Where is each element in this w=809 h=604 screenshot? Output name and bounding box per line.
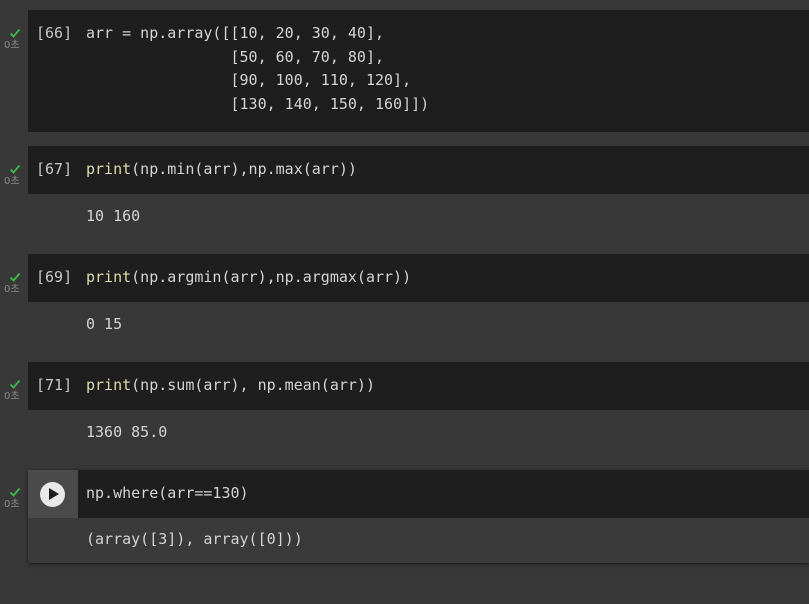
code-args: (np.sum(arr), np.mean(arr)) (131, 376, 375, 394)
execution-count: [66] (36, 24, 73, 42)
code-text[interactable]: np.where(arr==130) (86, 482, 249, 506)
code-line: [130, 140, 150, 160]]) (86, 94, 430, 113)
code-cell-active[interactable]: np.where(arr==130) (array([3]), array([0… (28, 470, 809, 563)
execution-time: 0초 (4, 40, 20, 51)
output-area: 0 15 (28, 302, 809, 350)
check-icon (9, 272, 21, 282)
code-function: print (86, 268, 132, 286)
execution-time: 0초 (4, 284, 20, 295)
run-cell-button[interactable] (28, 470, 78, 518)
code-cell[interactable]: [69] print(np.argmin(arr),np.argmax(arr)… (28, 254, 809, 350)
code-editor[interactable]: np.where(arr==130) (28, 470, 809, 518)
code-cell[interactable]: [67] print(np.min(arr),np.max(arr)) 10 1… (28, 146, 809, 242)
code-editor[interactable]: [67] print(np.min(arr),np.max(arr)) (28, 146, 809, 194)
play-triangle (49, 488, 59, 500)
execution-count: [71] (36, 376, 73, 394)
execution-time: 0초 (4, 499, 20, 510)
execution-count: [69] (36, 268, 73, 286)
code-cell[interactable]: [66] arr = np.array([[10, 20, 30, 40], [… (28, 10, 809, 132)
code-function: print (86, 376, 132, 394)
code-text[interactable]: print(np.argmin(arr),np.argmax(arr)) (86, 266, 411, 290)
code-editor[interactable]: [69] print(np.argmin(arr),np.argmax(arr)… (28, 254, 809, 302)
output-area: (array([3]), array([0])) (28, 518, 809, 563)
play-icon[interactable] (40, 482, 65, 507)
output-text: (array([3]), array([0])) (86, 530, 303, 548)
code-line: [50, 60, 70, 80], (86, 47, 385, 66)
check-icon (9, 379, 21, 389)
output-text: 1360 85.0 (86, 423, 168, 441)
output-area: 1360 85.0 (28, 410, 809, 458)
execution-time: 0초 (4, 391, 20, 402)
code-text[interactable]: print(np.min(arr),np.max(arr)) (86, 158, 357, 182)
code-line: [90, 100, 110, 120], (86, 71, 412, 89)
output-text: 10 160 (86, 207, 141, 225)
check-icon (9, 487, 21, 497)
execution-time: 0초 (4, 176, 20, 187)
output-area: 10 160 (28, 194, 809, 242)
code-editor[interactable]: [71] print(np.sum(arr), np.mean(arr)) (28, 362, 809, 410)
code-cell[interactable]: [71] print(np.sum(arr), np.mean(arr)) 13… (28, 362, 809, 458)
code-args: (np.argmin(arr),np.argmax(arr)) (131, 268, 412, 286)
code-text[interactable]: print(np.sum(arr), np.mean(arr)) (86, 374, 375, 398)
code-function: print (86, 160, 132, 178)
check-icon (9, 28, 21, 38)
code-args: (np.min(arr),np.max(arr)) (131, 160, 357, 178)
execution-count: [67] (36, 160, 73, 178)
check-icon (9, 164, 21, 174)
code-text[interactable]: arr = np.array([[10, 20, 30, 40], [50, 6… (86, 22, 429, 116)
output-text: 0 15 (86, 315, 123, 333)
code-editor[interactable]: [66] arr = np.array([[10, 20, 30, 40], [… (28, 10, 809, 132)
code-line: arr = np.array([[10, 20, 30, 40], (86, 24, 385, 42)
